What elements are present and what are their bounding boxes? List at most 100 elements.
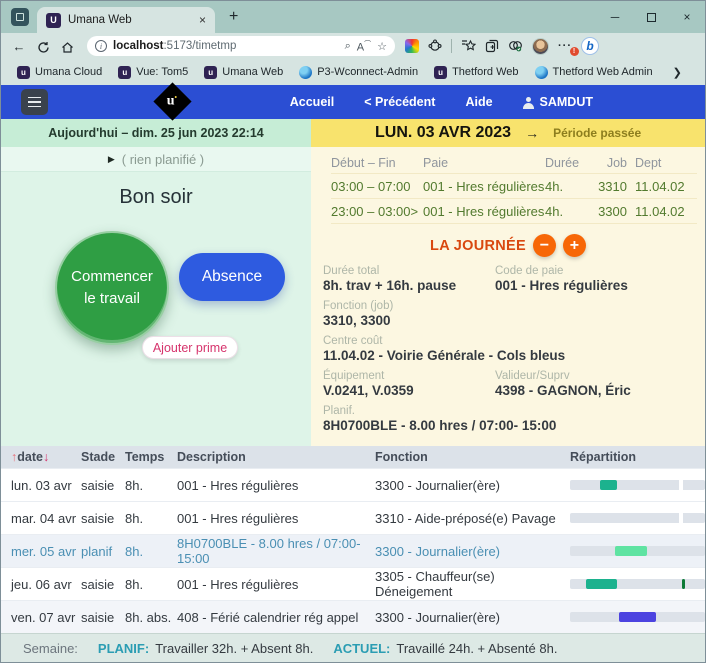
bookmark-item[interactable]: Thetford Web Admin — [529, 64, 659, 81]
shift-row[interactable]: 03:00 – 07:00 001 - Hres régulières 4h. … — [331, 174, 697, 199]
tab-actions-icon[interactable] — [11, 8, 29, 26]
field-equipement: Équipement V.0241, V.0359 — [323, 370, 491, 398]
umana-favicon-icon: u — [204, 66, 217, 79]
column-header-temps: Temps — [125, 450, 177, 464]
tab-close-icon[interactable]: × — [196, 13, 209, 27]
url-host: localhost — [113, 40, 163, 52]
search-icon[interactable]: ⌕ — [345, 40, 351, 53]
minimize-button[interactable]: ─ — [597, 1, 633, 33]
favorites-icon[interactable] — [461, 39, 476, 53]
bookmark-item[interactable]: uUmana Web — [198, 64, 289, 81]
umana-favicon-icon: u — [17, 66, 30, 79]
settings-menu-icon[interactable]: ···! — [558, 40, 572, 52]
sort-down-icon: ↓ — [43, 450, 49, 464]
shift-row[interactable]: 23:00 – 03:00> 001 - Hres régulières 4h.… — [331, 199, 697, 224]
close-button[interactable]: × — [669, 1, 705, 33]
minus-button[interactable]: − — [533, 234, 556, 257]
today-panel: Aujourd'hui – dim. 25 jun 2023 22:14 ▶ (… — [1, 119, 311, 446]
bookmarks-bar: uUmana Cloud uVue: Tom5 uUmana Web P3-Wc… — [1, 59, 705, 85]
nav-link-accueil[interactable]: Accueil — [290, 95, 334, 109]
day-header-strip: LUN. 03 AVR 2023 → Période passée — [311, 119, 705, 147]
repartition-bar — [570, 480, 705, 490]
column-header-date[interactable]: ↑date↓ — [11, 450, 81, 464]
menu-hamburger-icon[interactable] — [21, 89, 48, 115]
apps-grid-icon[interactable] — [405, 39, 419, 53]
column-header-fonction: Fonction — [375, 450, 570, 464]
user-menu[interactable]: SAMDUT — [523, 95, 593, 109]
bookmark-item[interactable]: P3-Wconnect-Admin — [293, 64, 424, 81]
week-label: Semaine: — [23, 641, 78, 656]
bookmark-item[interactable]: uThetford Web — [428, 64, 524, 81]
globe-favicon-icon — [535, 66, 548, 79]
shift-table: Début – Fin Paie Durée Job Dept 03:00 – … — [311, 147, 705, 224]
plus-button[interactable]: + — [563, 234, 586, 257]
repartition-bar — [570, 579, 705, 589]
app-navbar: u Accueil < Précédent Aide SAMDUT — [1, 85, 705, 119]
start-work-button[interactable]: Commencerle travail — [55, 231, 169, 345]
nav-link-aide[interactable]: Aide — [465, 95, 492, 109]
week-summary-footer: Semaine: PLANIF: Travailler 32h. + Absen… — [1, 633, 705, 662]
umana-logo: u — [153, 82, 191, 120]
browser-window: U Umana Web × + ─ × ← i localhost:5173/t… — [0, 0, 706, 663]
column-header-repartition: Répartition — [570, 450, 699, 464]
field-centre-cout: Centre coût 11.04.02 - Voirie Générale -… — [323, 335, 695, 363]
alert-badge: ! — [570, 47, 579, 56]
repartition-bar — [570, 612, 705, 622]
browser-titlebar: U Umana Web × + ─ × — [1, 1, 705, 33]
umana-favicon-icon: u — [434, 66, 447, 79]
back-icon[interactable]: ← — [7, 39, 31, 54]
extensions-icon[interactable] — [428, 39, 442, 53]
table-row[interactable]: ven. 07 avr saisie 8h. abs. 408 - Férié … — [1, 600, 705, 633]
column-header-stade: Stade — [81, 450, 125, 464]
copilot-bing-icon[interactable]: b — [581, 37, 599, 55]
person-icon — [523, 97, 534, 108]
tab-title: Umana Web — [68, 14, 196, 26]
expander-triangle-icon: ▶ — [108, 154, 115, 165]
actuel-value: Travaillé 24h. + Absenté 8h. — [396, 641, 557, 656]
planned-expander[interactable]: ▶ ( rien planifié ) — [1, 147, 311, 172]
browser-tab[interactable]: U Umana Web × — [37, 7, 215, 33]
today-date-strip: Aujourd'hui – dim. 25 jun 2023 22:14 — [1, 119, 311, 147]
greeting-text: Bon soir — [1, 186, 311, 209]
day-section-title: LA JOURNÉE — [430, 238, 526, 254]
field-planif: Planif. 8H0700BLE - 8.00 hres / 07:00- 1… — [323, 405, 695, 433]
table-row[interactable]: lun. 03 avr saisie 8h. 001 - Hres réguli… — [1, 468, 705, 501]
tab-favicon-icon: U — [46, 13, 61, 28]
home-icon[interactable] — [55, 38, 79, 53]
maximize-button[interactable] — [633, 1, 669, 33]
planif-value: Travailler 32h. + Absent 8h. — [155, 641, 313, 656]
umana-favicon-icon: u — [118, 66, 131, 79]
browser-essentials-icon[interactable] — [508, 39, 523, 53]
planif-label: PLANIF: — [98, 641, 149, 656]
toolbar-divider — [451, 39, 452, 53]
collections-icon[interactable] — [485, 39, 499, 53]
nav-link-precedent[interactable]: < Précédent — [364, 95, 435, 109]
refresh-icon[interactable] — [31, 38, 55, 53]
read-aloud-icon[interactable]: A⌒ — [357, 39, 371, 54]
table-row[interactable]: jeu. 06 avr saisie 8h. 001 - Hres réguli… — [1, 567, 705, 600]
absence-button[interactable]: Absence — [179, 253, 285, 301]
field-fonction: Fonction (job) 3310, 3300 — [323, 300, 695, 328]
bookmarks-overflow-chevron-icon[interactable]: ❯ — [667, 66, 688, 79]
site-info-icon[interactable]: i — [95, 40, 107, 52]
week-table: ↑date↓ Stade Temps Description Fonction … — [1, 446, 705, 633]
planned-text: ( rien planifié ) — [122, 152, 204, 167]
address-bar[interactable]: i localhost:5173/timetmp ⌕ A⌒ ☆ — [87, 36, 395, 56]
url-text[interactable]: localhost:5173/timetmp — [113, 40, 339, 52]
globe-favicon-icon — [299, 66, 312, 79]
bookmark-item[interactable]: uVue: Tom5 — [112, 64, 194, 81]
field-duree-total: Durée total 8h. trav + 16h. pause — [323, 265, 491, 293]
repartition-bar — [570, 513, 705, 523]
table-row[interactable]: mer. 05 avr planif 8h. 8H0700BLE - 8.00 … — [1, 534, 705, 567]
profile-avatar[interactable] — [532, 38, 549, 55]
new-tab-button[interactable]: + — [225, 8, 242, 26]
repartition-bar — [570, 546, 705, 556]
day-title: LUN. 03 AVR 2023 — [375, 124, 511, 142]
url-path: :5173/timetmp — [163, 40, 236, 52]
table-row[interactable]: mar. 04 avr saisie 8h. 001 - Hres réguli… — [1, 501, 705, 534]
day-panel: LUN. 03 AVR 2023 → Période passée Début … — [311, 119, 705, 446]
favorite-star-icon[interactable]: ☆ — [377, 40, 387, 53]
column-header-description: Description — [177, 450, 375, 464]
bookmark-item[interactable]: uUmana Cloud — [11, 64, 108, 81]
add-bonus-button[interactable]: Ajouter prime — [142, 336, 238, 359]
